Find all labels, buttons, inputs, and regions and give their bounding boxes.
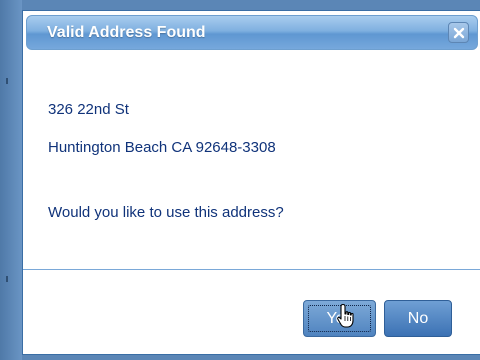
- yes-button[interactable]: Yes: [303, 300, 376, 337]
- dialog-titlebar: Valid Address Found: [26, 15, 478, 50]
- close-button[interactable]: [448, 22, 469, 43]
- background-window-edge: [0, 0, 22, 360]
- edge-mark: [6, 78, 8, 84]
- dialog-title: Valid Address Found: [47, 24, 206, 41]
- address-line-2: Huntington Beach CA 92648-3308: [48, 139, 276, 156]
- no-button-label: No: [407, 309, 429, 327]
- confirm-question: Would you like to use this address?: [48, 204, 284, 221]
- close-x-icon: [453, 27, 464, 38]
- no-button[interactable]: No: [384, 300, 452, 337]
- edge-mark: [6, 276, 8, 282]
- footer-divider: [23, 269, 480, 270]
- focus-ring: [308, 305, 371, 332]
- address-dialog: Valid Address Found 326 22nd St Huntingt…: [22, 10, 480, 355]
- screen: Valid Address Found 326 22nd St Huntingt…: [0, 0, 480, 360]
- address-block: 326 22nd St Huntington Beach CA 92648-33…: [48, 100, 276, 158]
- address-line-1: 326 22nd St: [48, 101, 129, 118]
